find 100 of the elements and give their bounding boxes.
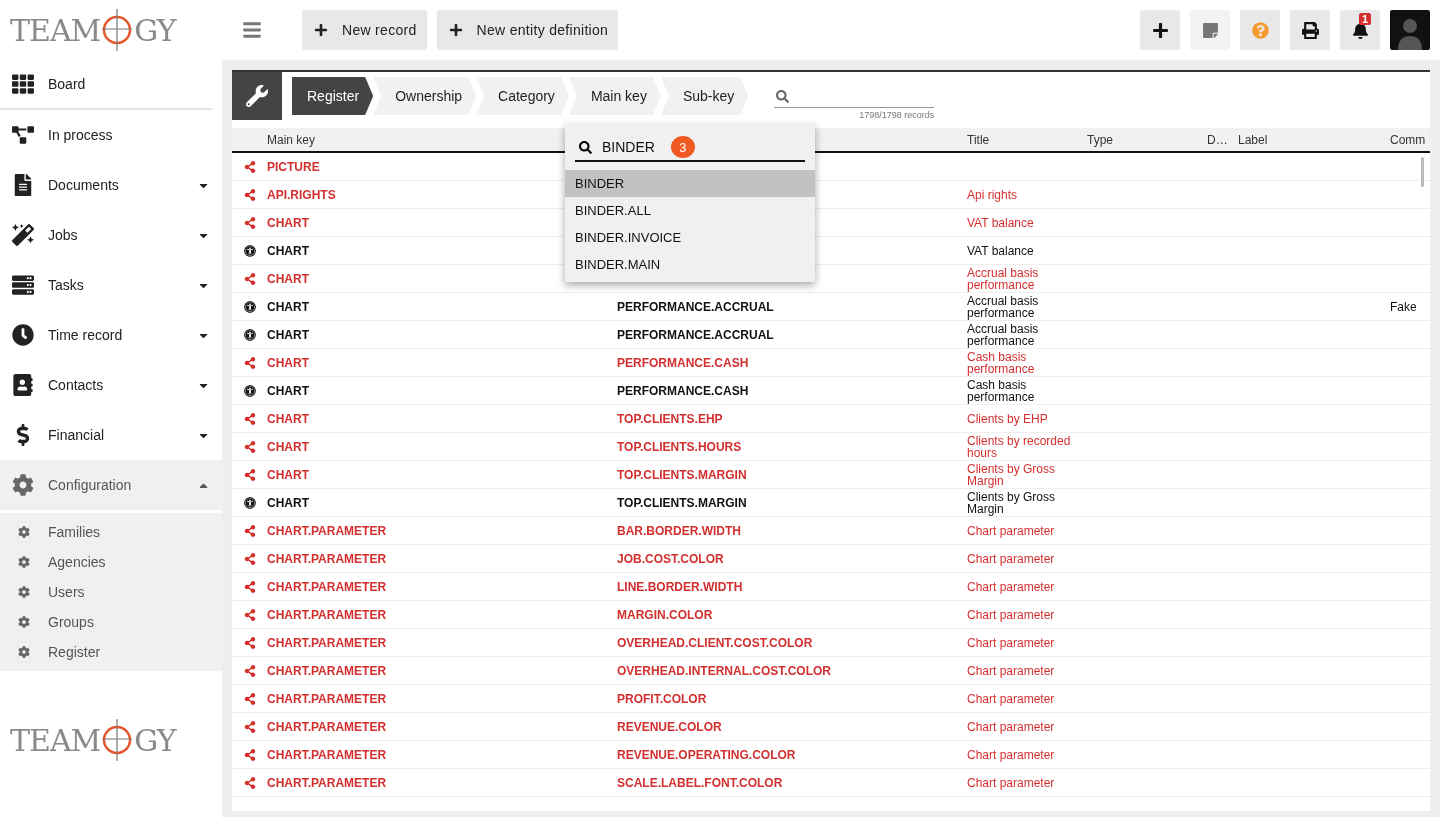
plus-icon (1151, 21, 1169, 39)
logo: TEAM GY (10, 717, 176, 763)
toolbar-icon-button[interactable] (1290, 10, 1330, 50)
table-cell: PICTURE (267, 159, 320, 174)
table-cell: PERFORMANCE.CASH (617, 355, 749, 370)
dropdown-option[interactable]: BINDER.INVOICE (565, 224, 815, 251)
share-icon (243, 580, 256, 593)
share-icon (243, 720, 256, 733)
table-cell-text: Chart parameter (967, 776, 1056, 789)
table-cell-text: VAT balance (967, 244, 1035, 257)
flow-icon (12, 124, 34, 146)
table-cell-text: Clients by Gross Margin (967, 462, 1057, 487)
notification-badge: 1 (1358, 13, 1371, 25)
table-cell: REVENUE.COLOR (617, 719, 722, 734)
share-icon (243, 748, 256, 761)
column-header[interactable]: Main key (267, 132, 316, 147)
sidebar-item[interactable]: Configuration (0, 460, 222, 510)
table-cell: CHART (267, 215, 309, 230)
table-cell: Fake (1390, 299, 1417, 314)
dropdown-option[interactable]: BINDER.ALL (565, 197, 815, 224)
table-cell: CHART.PARAMETER (267, 551, 387, 566)
table-cell: TOP.CLIENTS.MARGIN (617, 495, 747, 510)
toolbar-icon-button[interactable] (1140, 10, 1180, 50)
table-cell-text: Clients by EHP (967, 412, 1049, 425)
toolbar-button[interactable]: New entity definition (436, 10, 619, 50)
share-icon (243, 160, 256, 173)
sidebar-subitem[interactable]: Families (0, 517, 222, 547)
sidebar-subitem[interactable]: Users (0, 577, 222, 607)
share-icon (243, 412, 256, 425)
table-cell-text: Accrual basis performance (967, 266, 1040, 291)
table-cell-text: VAT balance (967, 216, 1035, 229)
table-cell-text: Chart parameter (967, 720, 1056, 733)
dropdown-option[interactable]: BINDER.MAIN (565, 251, 815, 278)
table-cell: CHART (267, 383, 309, 398)
table-cell-text: Cash basis performance (967, 350, 1036, 375)
share-icon (243, 664, 256, 677)
breadcrumb-item[interactable]: Register (292, 77, 374, 115)
table-cell-text: Clients by Gross Margin (967, 490, 1057, 515)
logo: TEAM GY (10, 7, 176, 53)
column-header[interactable]: Type (1087, 132, 1113, 147)
gear-icon (18, 616, 30, 628)
column-header[interactable]: Label (1238, 132, 1268, 147)
plus-icon (314, 23, 328, 37)
table-cell: SCALE.LABEL.FONT.COLOR (617, 775, 783, 790)
share-icon (243, 188, 256, 201)
gear-icon (18, 526, 30, 538)
table-cell: PROFIT.COLOR (617, 691, 707, 706)
dropdown-search-field[interactable]: BINDER 3 (575, 134, 805, 162)
table-cell: CHART (267, 271, 309, 286)
toolbar-button[interactable]: New record (302, 10, 427, 50)
table-cell: CHART.PARAMETER (267, 719, 387, 734)
table-cell: CHART (267, 495, 309, 510)
table-cell: CHART.PARAMETER (267, 607, 387, 622)
share-icon (243, 552, 256, 565)
sidebar-subitem[interactable]: Agencies (0, 547, 222, 577)
table-cell: MARGIN.COLOR (617, 607, 713, 622)
breadcrumb-item[interactable]: Ownership (373, 77, 477, 115)
plus-icon (448, 23, 463, 37)
search-icon (776, 90, 790, 103)
table-cell-text: Cash basis performance (967, 378, 1036, 403)
toolbar-icon-button[interactable]: 1 (1340, 10, 1380, 50)
sidebar-subitem[interactable]: Groups (0, 607, 222, 637)
print-icon (1301, 21, 1319, 39)
table-cell-text: Chart parameter (967, 524, 1056, 537)
table-cell-text: Api rights (967, 188, 1019, 201)
breadcrumb-item[interactable]: Main key (568, 77, 661, 115)
breadcrumb-item[interactable]: Sub-key (660, 77, 749, 115)
share-icon (243, 468, 256, 481)
tasks-icon (12, 274, 34, 296)
accessibility-icon (243, 328, 256, 341)
table-cell: JOB.COST.COLOR (617, 551, 724, 566)
clock-icon (12, 324, 34, 346)
table-cell-text: Chart parameter (967, 608, 1056, 621)
table-cell: OVERHEAD.CLIENT.COST.COLOR (617, 635, 813, 650)
table-cell-text: Chart parameter (967, 636, 1056, 649)
column-header[interactable]: D… (1207, 132, 1228, 147)
menu-button[interactable] (242, 20, 264, 40)
sidebar-subitem[interactable]: Register (0, 637, 222, 667)
gear-icon (18, 556, 30, 568)
table-cell: TOP.CLIENTS.HOURS (617, 439, 742, 454)
table-cell-text: Chart parameter (967, 580, 1056, 593)
table-cell: CHART.PARAMETER (267, 635, 387, 650)
gear-icon (18, 586, 30, 598)
table-cell: CHART.PARAMETER (267, 523, 387, 538)
table-cell: CHART (267, 439, 309, 454)
breadcrumb-item[interactable]: Category (476, 77, 569, 115)
table-cell: CHART (267, 299, 309, 314)
share-icon (243, 272, 256, 285)
table-cell: PERFORMANCE.ACCRUAL (617, 299, 774, 314)
column-header[interactable]: Comm (1390, 132, 1426, 147)
dropdown-option[interactable]: BINDER (565, 170, 815, 197)
table-cell: PERFORMANCE.ACCRUAL (617, 327, 774, 342)
accessibility-icon (243, 300, 256, 313)
table-cell: PERFORMANCE.CASH (617, 383, 749, 398)
gear-icon (18, 646, 30, 658)
avatar[interactable] (1390, 10, 1430, 50)
table-cell: BAR.BORDER.WIDTH (617, 523, 741, 538)
scrollbar[interactable] (1421, 157, 1424, 187)
note-icon (1201, 21, 1219, 39)
column-header[interactable]: Title (967, 132, 990, 147)
